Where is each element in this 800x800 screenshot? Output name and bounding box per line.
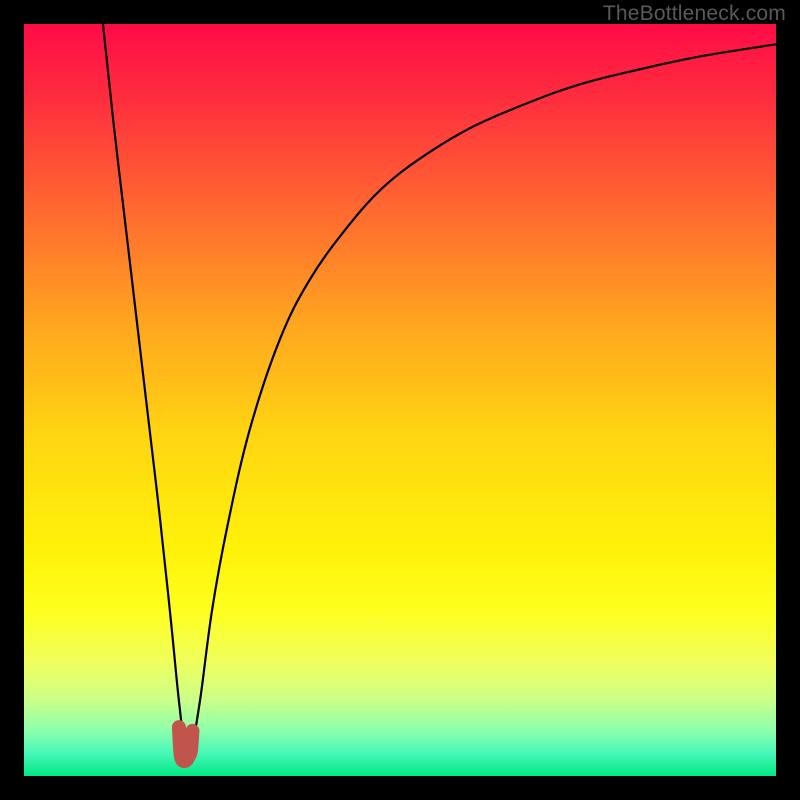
chart-svg (24, 24, 776, 776)
watermark-text: TheBottleneck.com (603, 2, 786, 26)
plot-area (24, 24, 776, 776)
outer-frame: TheBottleneck.com (0, 0, 800, 800)
gradient-background (24, 24, 776, 776)
series-red-dip-marker (179, 727, 193, 761)
